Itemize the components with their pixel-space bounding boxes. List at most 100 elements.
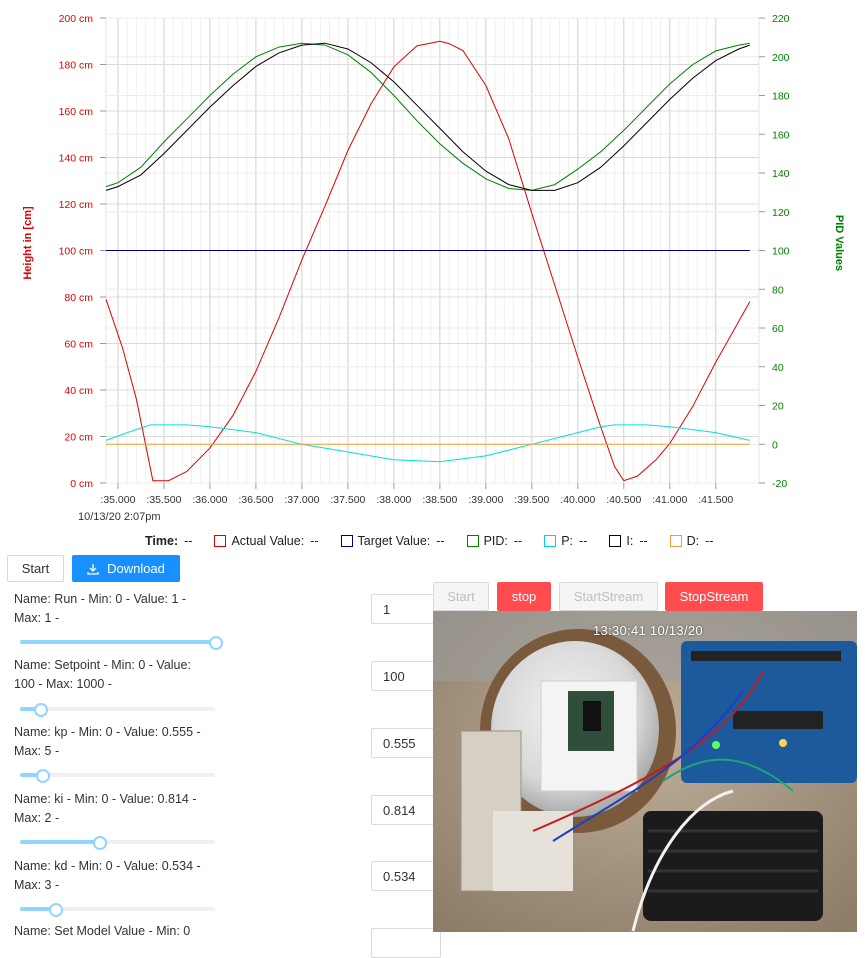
param-setpoint-text: Name: Setpoint - Min: 0 - Value: 100 - M… — [14, 658, 191, 691]
param-setpoint-input[interactable] — [371, 661, 441, 691]
slider-handle[interactable] — [209, 636, 223, 650]
x-tick-label: :36.000 — [192, 494, 227, 506]
x-start-label: 10/13/20 2:07pm — [78, 511, 161, 523]
param-kp-text: Name: kp - Min: 0 - Value: 0.555 - Max: … — [14, 725, 201, 758]
legend-pid-label[interactable]: PID: — [484, 534, 508, 548]
legend-pid-swatch[interactable] — [466, 535, 479, 547]
legend-p-value: -- — [579, 534, 588, 548]
param-kd-input[interactable] — [371, 861, 441, 891]
y-left-tick-label: 20 cm — [64, 432, 93, 444]
y-right-tick-label: 160 — [772, 129, 790, 141]
param-kd-slider[interactable] — [20, 903, 215, 917]
y-right-tick-label: 120 — [772, 207, 790, 219]
param-kd: Name: kd - Min: 0 - Value: 0.534 - Max: … — [14, 857, 215, 917]
param-ki: Name: ki - Min: 0 - Value: 0.814 - Max: … — [14, 790, 215, 850]
param-kd-text: Name: kd - Min: 0 - Value: 0.534 - Max: … — [14, 859, 201, 892]
y-right-tick-label: -20 — [772, 478, 787, 490]
start-stream-button[interactable]: StartStream — [559, 582, 658, 611]
video-start-button[interactable]: Start — [433, 582, 489, 611]
param-setpoint-slider[interactable] — [20, 703, 215, 717]
slider-handle[interactable] — [48, 903, 63, 917]
legend-i-label[interactable]: I: — [626, 534, 633, 548]
y-right-tick-label: 140 — [772, 168, 790, 180]
y-right-tick-label: 20 — [772, 401, 784, 413]
slider-track — [20, 840, 100, 844]
left-axis-ticks: 0 cm 20 cm 40 cm 60 cm 80 cm 100 cm 120 cm 140 … — [59, 13, 106, 490]
param-setpoint: Name: Setpoint - Min: 0 - Value: 100 - M… — [14, 656, 215, 717]
legend-d-label[interactable]: D: — [687, 534, 700, 548]
y-right-tick-label: 100 — [772, 246, 790, 258]
param-ki-slider[interactable] — [20, 836, 215, 850]
stop-button[interactable]: stop — [497, 582, 551, 611]
param-kp-input[interactable] — [371, 728, 441, 758]
legend-target-label[interactable]: Target Value: — [358, 534, 431, 548]
y-left-tick-label: 40 cm — [64, 385, 93, 397]
slider-handle[interactable] — [33, 703, 48, 717]
y-right-tick-label: 40 — [772, 362, 784, 374]
slider-track — [20, 640, 215, 644]
x-axis-ticks: :35.000:35.500:36.000:36.500:37.000:37.5… — [100, 483, 733, 506]
y-right-tick-label: 180 — [772, 91, 790, 103]
right-axis-label: PID Values — [833, 215, 845, 271]
x-tick-label: :35.500 — [146, 494, 181, 506]
video-start-button-label: Start — [447, 589, 475, 604]
param-set-model-value-input[interactable] — [371, 928, 441, 958]
y-right-tick-label: 220 — [772, 13, 790, 25]
legend-actual-label[interactable]: Actual Value: — [231, 534, 304, 548]
legend-d-value: -- — [705, 534, 714, 548]
legend-p-label[interactable]: P: — [561, 534, 573, 548]
legend-target-swatch[interactable] — [340, 535, 353, 547]
param-ki-input[interactable] — [371, 795, 441, 825]
legend-actual-swatch[interactable] — [214, 535, 227, 547]
stop-stream-button[interactable]: StopStream — [665, 582, 763, 611]
left-axis-label: Height in [cm] — [22, 206, 34, 280]
right-axis-ticks: -20 0 20 40 60 80 100 120 140 160 180 200 220 — [759, 13, 790, 490]
param-kp: Name: kp - Min: 0 - Value: 0.555 - Max: … — [14, 723, 215, 783]
y-left-tick-label: 80 cm — [64, 292, 93, 304]
download-button[interactable]: Download — [72, 555, 180, 582]
y-left-tick-label: 120 cm — [59, 199, 94, 211]
slider-handle[interactable] — [93, 836, 108, 850]
param-run: Name: Run - Min: 0 - Value: 1 - Max: 1 - — [14, 590, 223, 650]
video-stream: 13:30:41 10/13/20 — [433, 611, 857, 932]
y-left-tick-label: 180 cm — [59, 60, 94, 72]
legend-d-swatch[interactable] — [669, 535, 682, 547]
y-left-tick-label: 0 cm — [70, 478, 93, 490]
y-left-tick-label: 140 cm — [59, 153, 94, 165]
param-run-slider[interactable] — [20, 636, 223, 650]
slider-handle[interactable] — [35, 769, 50, 783]
x-tick-label: :35.000 — [100, 494, 135, 506]
x-tick-label: :37.000 — [284, 494, 319, 506]
x-tick-label: :39.500 — [514, 494, 549, 506]
legend-actual-value: -- — [310, 534, 319, 548]
y-right-tick-label: 60 — [772, 323, 784, 335]
legend-time-label: Time: — [145, 534, 179, 548]
y-right-tick-label: 200 — [772, 52, 790, 64]
legend-i-value: -- — [639, 534, 648, 548]
x-tick-label: :41.000 — [652, 494, 687, 506]
legend-target-value: -- — [436, 534, 445, 548]
start-button-label: Start — [21, 561, 50, 576]
legend-time-value: -- — [184, 534, 193, 548]
legend-pid-value: -- — [513, 534, 523, 548]
stop-button-label: stop — [511, 589, 537, 604]
x-tick-label: :38.500 — [422, 494, 457, 506]
start-button[interactable]: Start — [7, 555, 64, 582]
y-right-tick-label: 0 — [772, 439, 778, 451]
x-tick-label: :37.500 — [330, 494, 365, 506]
y-left-tick-label: 200 cm — [59, 13, 94, 25]
start-stream-button-label: StartStream — [573, 589, 644, 604]
x-tick-label: :39.000 — [468, 494, 503, 506]
param-ki-text: Name: ki - Min: 0 - Value: 0.814 - Max: … — [14, 792, 197, 825]
x-tick-label: :38.000 — [376, 494, 411, 506]
stop-stream-button-label: StopStream — [679, 589, 749, 604]
y-left-tick-label: 60 cm — [64, 339, 93, 351]
param-kp-slider[interactable] — [20, 769, 215, 783]
param-run-input[interactable] — [371, 594, 441, 624]
legend-p-swatch[interactable] — [544, 535, 557, 547]
y-right-tick-label: 80 — [772, 284, 784, 296]
series-line-actualvalue — [105, 40, 751, 482]
chart-series — [105, 40, 751, 482]
y-left-tick-label: 160 cm — [59, 106, 94, 118]
legend-i-swatch[interactable] — [609, 535, 622, 547]
